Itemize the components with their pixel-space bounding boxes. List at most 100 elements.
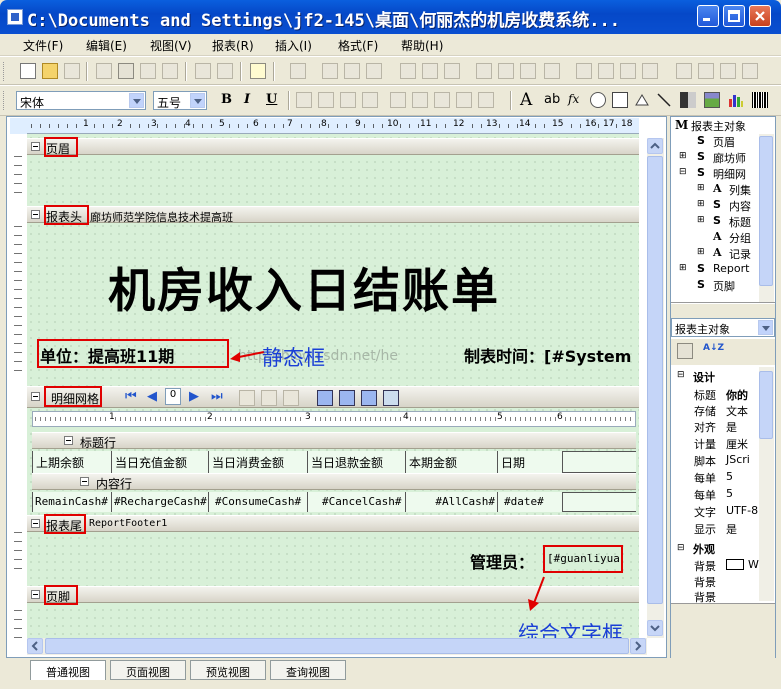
collapse-icon[interactable]	[31, 590, 40, 599]
size-grid-icon[interactable]	[544, 63, 560, 79]
panel-divider[interactable]	[671, 304, 775, 318]
grid-header-cell[interactable]: 当日消费金额	[209, 451, 308, 473]
font-size-select[interactable]: 五号	[153, 91, 207, 110]
system-var-icon[interactable]	[612, 92, 628, 108]
save-icon[interactable]	[64, 63, 80, 79]
tab-preview-view[interactable]: 预览视图	[190, 660, 266, 680]
band-content-row[interactable]: 内容行	[32, 473, 636, 491]
manager-label[interactable]: 管理员：	[470, 549, 534, 573]
tree-root[interactable]: 报表主对象	[691, 118, 746, 134]
toolbar-grip[interactable]	[3, 62, 6, 81]
line-tool-icon[interactable]	[656, 92, 672, 108]
property-row[interactable]: 每单 5	[672, 470, 772, 485]
sort-alpha-icon[interactable]: A↓Z	[703, 343, 724, 353]
delete-icon[interactable]	[162, 63, 178, 79]
band-title-row[interactable]: 标题行	[32, 432, 636, 450]
property-row[interactable]: 背景	[672, 574, 772, 589]
chevron-down-icon[interactable]	[190, 93, 205, 108]
scroll-right-button[interactable]	[630, 638, 646, 654]
grid-header-cell[interactable]: 日期	[498, 451, 563, 473]
align-grid-icon[interactable]	[290, 63, 306, 79]
property-row[interactable]: 脚本 JScri	[672, 453, 772, 468]
static-text-tool[interactable]: A	[520, 90, 532, 110]
shape-tool-icon[interactable]	[634, 92, 650, 108]
band-detail-grid[interactable]: 明细网格 ⏮ ◀ 0 ▶ ⏭	[27, 386, 639, 408]
expand-icon[interactable]: ⊞	[697, 215, 705, 225]
tree-item[interactable]: 记录	[729, 246, 751, 262]
property-row[interactable]: 存储 文本	[672, 403, 772, 418]
copy-icon[interactable]	[118, 63, 134, 79]
grid-data-cell[interactable]: #date#	[498, 492, 563, 512]
menu-format[interactable]: 格式(F)	[338, 37, 378, 54]
tab-query-view[interactable]: 查询视图	[270, 660, 346, 680]
grid-header-cell[interactable]: 上期余额	[32, 451, 112, 473]
v-spacing-dec-icon[interactable]	[720, 63, 736, 79]
collapse-icon[interactable]	[31, 142, 40, 151]
v-spacing-icon[interactable]	[676, 63, 692, 79]
object-select[interactable]: 报表主对象	[671, 318, 775, 337]
menu-file[interactable]: 文件(F)	[23, 37, 63, 54]
rich-text-icon[interactable]	[680, 92, 696, 108]
grid-layout-icon[interactable]	[339, 390, 355, 406]
print-time-label[interactable]: 制表时间：[#System	[464, 343, 639, 367]
tree-item[interactable]: 列集	[729, 182, 751, 198]
paste-icon[interactable]	[140, 63, 156, 79]
vertical-scrollbar[interactable]	[647, 138, 664, 638]
chart-icon[interactable]	[728, 92, 744, 108]
categorized-icon[interactable]	[677, 343, 693, 359]
grid-data-cell[interactable]: #RechargeCash#	[112, 492, 209, 512]
collapse-icon[interactable]	[80, 477, 89, 486]
menu-help[interactable]: 帮助(H)	[401, 37, 443, 54]
bold-button[interactable]: B	[221, 92, 232, 107]
chevron-down-icon[interactable]	[129, 93, 144, 108]
grid-layout-icon[interactable]	[317, 390, 333, 406]
collapse-icon[interactable]: ⊟	[679, 167, 687, 177]
open-folder-icon[interactable]	[42, 63, 58, 79]
same-width-icon[interactable]	[476, 63, 492, 79]
redo-icon[interactable]	[217, 63, 233, 79]
close-button[interactable]	[749, 5, 771, 27]
italic-button[interactable]: I	[244, 92, 250, 107]
align-top-icon[interactable]	[400, 63, 416, 79]
maximize-button[interactable]	[723, 5, 745, 27]
property-row[interactable]: 背景	[672, 589, 772, 604]
menu-insert[interactable]: 插入(I)	[275, 37, 312, 54]
grid-header-cell[interactable]: 本期金额	[406, 451, 498, 473]
menu-view[interactable]: 视图(V)	[150, 37, 192, 54]
tab-page-view[interactable]: 页面视图	[110, 660, 186, 680]
align-right-icon[interactable]	[366, 63, 382, 79]
v-spacing-inc-icon[interactable]	[698, 63, 714, 79]
scroll-up-button[interactable]	[647, 138, 663, 154]
grid-tool-icon[interactable]	[283, 390, 299, 406]
align-bottom-icon[interactable]	[444, 63, 460, 79]
chevron-down-icon[interactable]	[758, 320, 773, 335]
cut-icon[interactable]	[96, 63, 112, 79]
band-page-header[interactable]: 页眉	[27, 138, 639, 156]
h-spacing-inc-icon[interactable]	[598, 63, 614, 79]
font-select[interactable]: 宋体	[16, 91, 146, 110]
page-number-box[interactable]: 0	[165, 388, 181, 405]
text-bottom-icon[interactable]	[434, 92, 450, 108]
expand-icon[interactable]: ⊞	[697, 199, 705, 209]
grid-layout-icon[interactable]	[383, 390, 399, 406]
grid-data-cell[interactable]: #CancelCash#	[308, 492, 406, 512]
align-left-icon[interactable]	[322, 63, 338, 79]
scroll-left-button[interactable]	[27, 638, 43, 654]
expand-icon[interactable]: ⊞	[697, 183, 705, 193]
horizontal-scrollbar[interactable]	[27, 638, 647, 655]
collapse-icon[interactable]	[31, 519, 40, 528]
collapse-icon[interactable]	[31, 392, 40, 401]
collapse-icon[interactable]	[64, 436, 73, 445]
clock-icon[interactable]	[590, 92, 606, 108]
h-spacing-dec-icon[interactable]	[620, 63, 636, 79]
scroll-thumb[interactable]	[647, 156, 663, 604]
property-row[interactable]: 标题 你的	[672, 387, 772, 402]
edit-box-tool[interactable]: ab	[544, 92, 560, 107]
barcode-icon[interactable]	[752, 92, 768, 108]
property-row[interactable]: 计量 厘米	[672, 436, 772, 451]
tree-item[interactable]: 页眉	[713, 134, 735, 150]
property-row[interactable]: 每单 5	[672, 487, 772, 502]
grid-header-cell[interactable]: 当日退款金额	[308, 451, 406, 473]
scroll-down-button[interactable]	[647, 620, 663, 636]
collapse-icon[interactable]: ⊟	[677, 543, 685, 553]
